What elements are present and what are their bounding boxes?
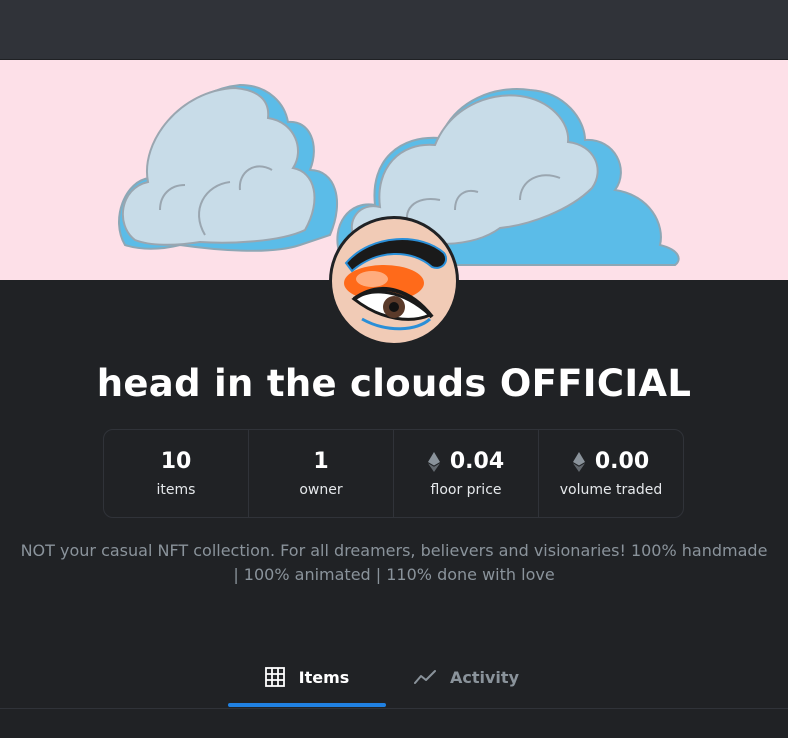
top-navigation-bar	[0, 0, 788, 60]
collection-avatar	[329, 216, 459, 346]
tab-items[interactable]: Items	[228, 648, 386, 706]
stat-value: 0.04	[427, 449, 505, 474]
activity-chart-icon	[414, 670, 436, 684]
stat-value: 1	[313, 449, 328, 474]
stat-volume-traded-label: volume traded	[559, 482, 663, 498]
stat-floor-price: 0.04 floor price	[394, 430, 539, 517]
collection-description: NOT your casual NFT collection. For all …	[20, 541, 768, 584]
eye-makeup-artwork	[344, 238, 448, 331]
ethereum-icon	[427, 451, 440, 472]
active-tab-indicator	[228, 703, 386, 707]
stat-items-value: 10	[160, 449, 192, 474]
collection-title: head in the clouds OFFICIAL	[96, 362, 692, 405]
collection-tabs: Items Activity	[0, 648, 788, 709]
stat-volume-traded-value: 0.00	[594, 449, 650, 474]
stat-owners-value: 1	[313, 449, 329, 474]
tab-activity[interactable]: Activity	[414, 648, 534, 706]
stat-owners[interactable]: 1 owner	[249, 430, 394, 517]
stat-value: 0.00	[572, 449, 650, 474]
stat-owners-label: owner	[299, 482, 343, 498]
ethereum-icon	[572, 451, 585, 472]
stat-items[interactable]: 10 items	[104, 430, 249, 517]
stat-volume-traded: 0.00 volume traded	[539, 430, 683, 517]
stat-floor-price-value: 0.04	[449, 449, 505, 474]
stat-value: 10	[161, 449, 192, 474]
collection-stats: 10 items 1 owner 0.04 floor price 0.00 v…	[103, 429, 684, 518]
tab-activity-label: Activity	[450, 667, 519, 687]
stat-floor-price-label: floor price	[430, 482, 502, 498]
tab-items-label: Items	[298, 667, 350, 687]
stat-items-label: items	[156, 482, 196, 498]
grid-icon	[264, 667, 285, 687]
